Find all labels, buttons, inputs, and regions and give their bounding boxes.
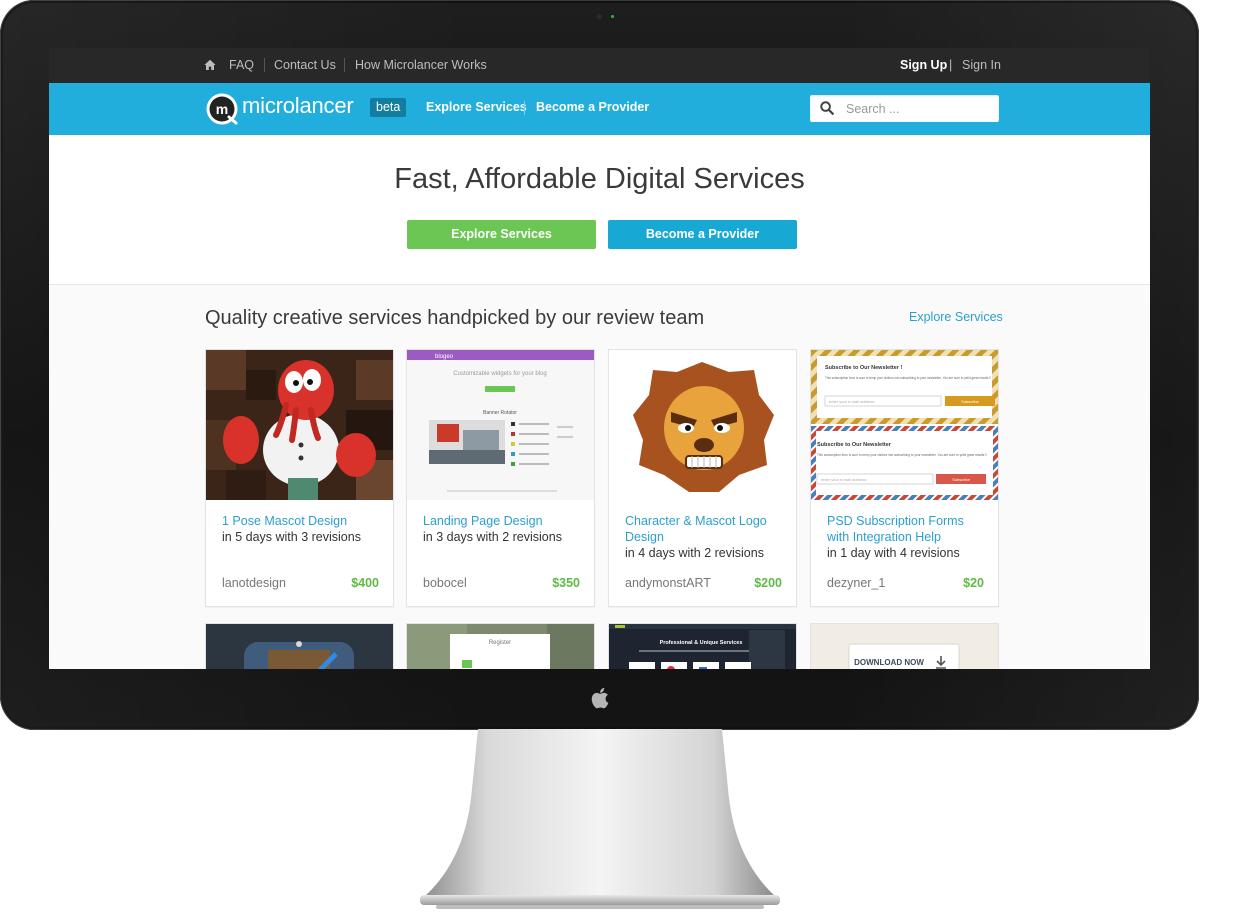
- card-title[interactable]: 1 Pose Mascot Design: [222, 513, 382, 529]
- card-price: $20: [963, 576, 984, 590]
- newsletter-input-placeholder: enter your e-mail address: [829, 399, 874, 404]
- subscription-form-thumbnail[interactable]: Subscribe to Our Newsletter ! This subsc…: [811, 350, 998, 500]
- service-card[interactable]: 1 Pose Mascot Design in 5 days with 3 re…: [205, 349, 394, 607]
- screen: FAQ Contact Us How Microlancer Works Sig…: [49, 48, 1150, 669]
- services-headline: Professional & Unique Services: [660, 640, 743, 646]
- newsletter-subscribe-button: Subscribe: [961, 399, 980, 404]
- apple-logo-icon: [591, 687, 609, 709]
- separator: |: [949, 58, 953, 72]
- newsletter-body: This subscription form is sure to temp y…: [825, 376, 991, 380]
- thumb-brand: blogeo: [435, 354, 454, 360]
- svg-text:m: m: [216, 101, 228, 117]
- camera-icon: [595, 12, 604, 21]
- sign-in-link[interactable]: Sign In: [962, 58, 1001, 72]
- thumb-headline: Customizable widgets for your blog: [453, 371, 546, 377]
- how-it-works-link[interactable]: How Microlancer Works: [355, 58, 487, 72]
- search-box[interactable]: [810, 95, 999, 122]
- service-card-thumbnail[interactable]: Professional & Unique Services: [608, 623, 797, 669]
- microlancer-logo-icon[interactable]: m: [205, 92, 239, 126]
- faq-link[interactable]: FAQ: [229, 58, 254, 72]
- service-card-thumbnail[interactable]: Register: [406, 623, 595, 669]
- home-icon[interactable]: [204, 59, 216, 71]
- service-card[interactable]: blogeo Customizable widgets for your blo…: [406, 349, 595, 607]
- explore-services-link[interactable]: Explore Services: [909, 310, 1003, 324]
- logo-wordmark[interactable]: microlancer: [242, 93, 354, 119]
- search-input[interactable]: [846, 95, 991, 122]
- divider: [524, 101, 525, 115]
- become-provider-button[interactable]: Become a Provider: [608, 220, 797, 249]
- card-seller[interactable]: lanotdesign: [222, 576, 286, 590]
- camera-led: [611, 15, 614, 18]
- card-delivery: in 1 day with 4 revisions: [827, 546, 960, 560]
- nav-become-provider[interactable]: Become a Provider: [536, 100, 649, 114]
- hero-section: [49, 135, 1150, 285]
- service-card-thumbnail[interactable]: DOWNLOAD NOW: [810, 623, 999, 669]
- card-seller[interactable]: bobocel: [423, 576, 467, 590]
- landing-page-thumbnail[interactable]: blogeo Customizable widgets for your blo…: [407, 350, 594, 500]
- newsletter-title-2: Subscribe to Our Newsletter: [817, 442, 892, 448]
- card-delivery: in 4 days with 2 revisions: [625, 546, 764, 560]
- card-title[interactable]: Landing Page Design: [423, 513, 583, 529]
- card-title[interactable]: Character & Mascot Logo Design: [625, 513, 785, 545]
- card-price: $200: [754, 576, 782, 590]
- beta-badge: beta: [370, 98, 407, 117]
- card-price: $400: [351, 576, 379, 590]
- mascot-thumbnail[interactable]: [206, 350, 393, 500]
- lion-logo-thumbnail[interactable]: [609, 350, 796, 500]
- card-delivery: in 3 days with 2 revisions: [423, 530, 562, 544]
- section-title: Quality creative services handpicked by …: [205, 307, 705, 329]
- newsletter-subscribe-button-2: Subscribe: [952, 477, 971, 482]
- card-title[interactable]: PSD Subscription Forms with Integration …: [827, 513, 987, 545]
- newsletter-input-placeholder-2: enter your e-mail address: [821, 477, 866, 482]
- divider: [344, 58, 345, 72]
- explore-services-button[interactable]: Explore Services: [407, 220, 596, 249]
- hero-title: Fast, Affordable Digital Services: [394, 163, 805, 195]
- contact-us-link[interactable]: Contact Us: [274, 58, 336, 72]
- sign-up-link[interactable]: Sign Up: [900, 58, 947, 72]
- thumb-slider-title: Banner Rotator: [483, 410, 517, 416]
- nav-explore-services[interactable]: Explore Services: [426, 100, 527, 114]
- card-seller[interactable]: andymonstART: [625, 576, 711, 590]
- register-label: Register: [489, 640, 511, 646]
- search-icon: [820, 101, 834, 115]
- card-seller[interactable]: dezyner_1: [827, 576, 885, 590]
- newsletter-body-2: This subscription form is sure to temp y…: [817, 453, 987, 457]
- monitor-stand: [420, 729, 780, 909]
- download-label: DOWNLOAD NOW: [854, 658, 924, 667]
- service-card-thumbnail[interactable]: [205, 623, 394, 669]
- card-delivery: in 5 days with 3 revisions: [222, 530, 361, 544]
- card-price: $350: [552, 576, 580, 590]
- divider: [264, 58, 265, 72]
- top-bar: FAQ Contact Us How Microlancer Works Sig…: [49, 48, 1150, 84]
- service-card[interactable]: Subscribe to Our Newsletter ! This subsc…: [810, 349, 999, 607]
- newsletter-title: Subscribe to Our Newsletter !: [825, 365, 902, 371]
- service-card[interactable]: Character & Mascot Logo Design in 4 days…: [608, 349, 797, 607]
